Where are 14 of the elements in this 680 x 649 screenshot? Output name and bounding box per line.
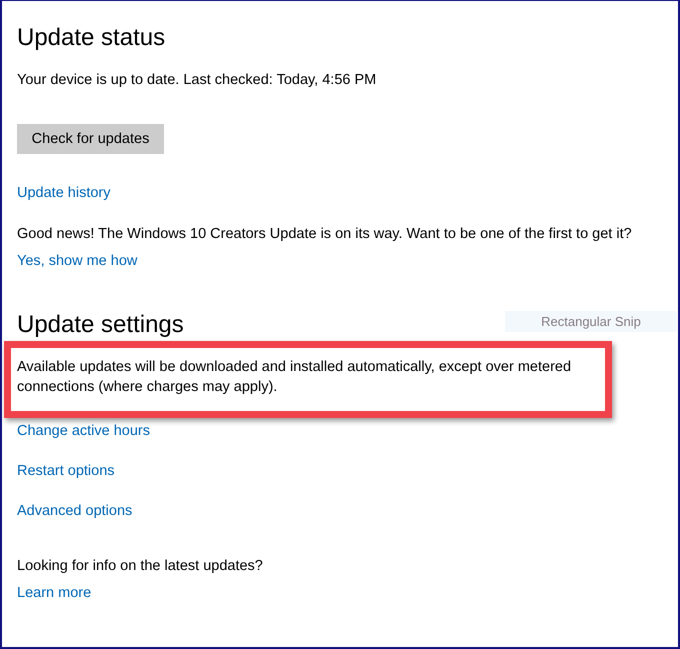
body-text: Available updates will be downloaded and installed automatically, except over metered connections (where charges may apply). — [17, 358, 572, 397]
link[interactable]: Change active hours — [17, 421, 150, 441]
body-text: Good news! The Windows 10 Creators Update is on its way. Want to be one of the first to get it? — [17, 225, 632, 244]
link[interactable]: Learn more — [17, 583, 92, 603]
body-text: Looking for info on the latest updates? — [17, 557, 263, 576]
link[interactable]: Update history — [17, 183, 110, 203]
link[interactable]: Advanced options — [17, 501, 132, 521]
link[interactable]: Yes, show me how — [17, 251, 138, 271]
link[interactable]: Restart options — [17, 461, 115, 481]
body-text: Your device is up to date. Last checked: Today, 4:56 PM — [17, 71, 376, 90]
check-updates-button[interactable]: Check for updates — [17, 124, 164, 154]
section-heading: Update settings — [17, 310, 184, 340]
tooltip: Rectangular Snip — [505, 311, 677, 332]
section-heading: Update status — [17, 23, 166, 53]
